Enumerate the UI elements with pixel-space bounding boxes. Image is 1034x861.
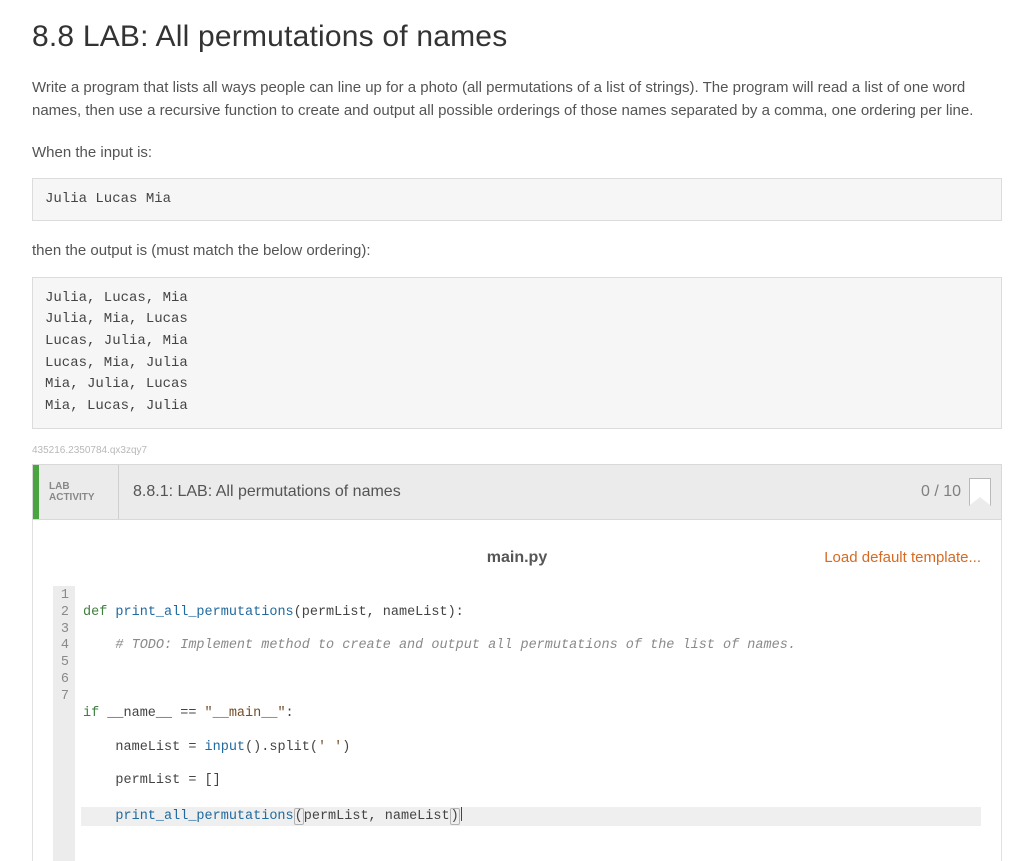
indent [83,773,115,788]
when-input-label: When the input is: [32,141,1002,164]
code-text: nameList = [115,740,204,755]
string: "__main__" [205,706,286,721]
lab-badge-line2: ACTIVITY [49,492,106,503]
then-output-label: then the output is (must match the below… [32,239,1002,262]
lab-activity-badge: LAB ACTIVITY [39,465,119,519]
lab-activity-title: 8.8.1: LAB: All permutations of names [119,465,921,519]
close-paren: ) [450,808,460,825]
code-line[interactable]: def print_all_permutations(permList, nam… [81,605,981,622]
lab-score: 0 / 10 [921,483,961,501]
lab-badge-line1: LAB [49,481,106,492]
code-editor[interactable]: 1 2 3 4 5 6 7 def print_all_permutations… [53,586,981,861]
code-editor-card: main.py Load default template... 1 2 3 4… [32,520,1002,861]
problem-description: Write a program that lists all ways peop… [32,76,1002,123]
code-area[interactable]: def print_all_permutations(permList, nam… [75,586,981,861]
sample-output-block: Julia, Lucas, Mia Julia, Mia, Lucas Luca… [32,277,1002,429]
line-number: 5 [57,655,69,672]
lab-activity-banner: LAB ACTIVITY 8.8.1: LAB: All permutation… [32,464,1002,520]
code-text: permList = [] [115,773,220,788]
code-text: : [286,706,294,721]
fn-name: print_all_permutations [115,605,293,620]
code-text: __name__ == [99,706,204,721]
code-line-active[interactable]: print_all_permutations(permList, nameLis… [81,807,981,826]
watermark-text: 435216.2350784.qx3zqy7 [32,445,1002,456]
line-number: 3 [57,622,69,639]
lab-activity-title-text: 8.8.1: LAB: All permutations of names [133,483,401,501]
code-text: permList, nameList [304,809,450,824]
code-text: ) [342,740,350,755]
text-cursor-icon [461,807,462,821]
sample-input-block: Julia Lucas Mia [32,178,1002,222]
indent [83,809,115,824]
comment: # TODO: Implement method to create and o… [115,638,796,653]
line-number: 1 [57,588,69,605]
line-number: 4 [57,638,69,655]
indent [83,740,115,755]
fn-name: input [205,740,246,755]
line-number: 7 [57,689,69,706]
code-line[interactable]: permList = [] [81,773,981,790]
editor-header: main.py Load default template... [53,540,981,576]
line-number-gutter: 1 2 3 4 5 6 7 [53,586,75,861]
kw: def [83,605,107,620]
code-line[interactable]: # TODO: Implement method to create and o… [81,638,981,655]
kw: if [83,706,99,721]
indent [83,638,115,653]
code-text: (permList, nameList): [294,605,464,620]
code-line[interactable]: nameList = input().split(' ') [81,740,981,757]
bookmark-icon[interactable] [969,478,991,506]
code-line[interactable] [81,672,981,689]
open-paren: ( [294,808,304,825]
line-number: 6 [57,672,69,689]
fn-name: print_all_permutations [115,809,293,824]
code-line[interactable]: if __name__ == "__main__": [81,706,981,723]
line-number: 2 [57,605,69,622]
load-default-template-link[interactable]: Load default template... [824,549,981,566]
string: ' ' [318,740,342,755]
code-text: ().split( [245,740,318,755]
lab-score-block: 0 / 10 [921,465,1001,519]
page-title: 8.8 LAB: All permutations of names [32,0,1002,58]
